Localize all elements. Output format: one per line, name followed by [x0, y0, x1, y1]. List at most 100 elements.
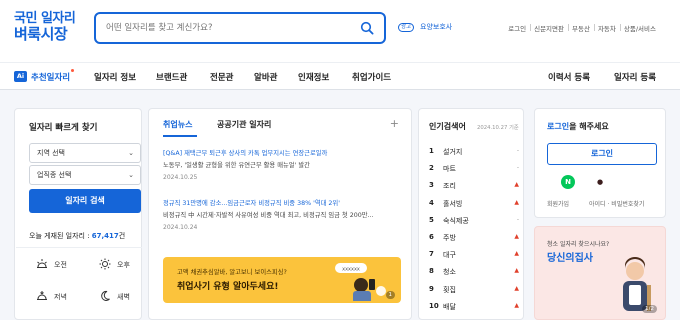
- news-item[interactable]: [Q&A] 재택근무 퇴근후 상사의 카톡 업무지시는 연장근로일까 노동부, …: [163, 149, 403, 181]
- phone-scam-illustration-icon: xxxxxx: [335, 263, 386, 301]
- time-filter-morning[interactable]: 오전: [16, 248, 79, 280]
- top-link-newspaper[interactable]: 신문지면판: [530, 23, 564, 33]
- popular-search-item[interactable]: 10 배달 ▲: [429, 302, 519, 316]
- more-plus-icon[interactable]: +: [390, 117, 399, 130]
- tab-job-news[interactable]: 취업뉴스: [163, 119, 192, 130]
- search-box: [94, 12, 386, 44]
- news-date: 2024.10.24: [163, 224, 198, 231]
- ad-link[interactable]: 요양보호사: [420, 22, 452, 32]
- login-button[interactable]: 로그인: [547, 143, 657, 165]
- job-category-select[interactable]: 업직종 선택 ⌄: [29, 165, 141, 185]
- popular-search-rank: 6: [429, 233, 434, 241]
- news-headline: [Q&A] 재택근무 퇴근후 상사의 카톡 업무지시는 연장근로일까: [163, 150, 328, 157]
- active-tab-indicator: [163, 135, 197, 137]
- scam-warning-banner[interactable]: 고액 채권추심알바, 알고보니 보이스피싱? 취업사기 유형 알아두세요! xx…: [163, 257, 401, 303]
- popular-search-keyword: 주방: [443, 234, 456, 242]
- popular-search-rank: 3: [429, 181, 434, 190]
- trend-up-icon: ▲: [514, 250, 519, 258]
- popular-search-item[interactable]: 7 대구 ▲: [429, 250, 519, 264]
- trend-up-icon: ▲: [514, 267, 519, 275]
- popular-search-title: 인기검색어: [429, 122, 466, 131]
- time-filter-grid: 오전 오후 저녁 새벽: [16, 247, 142, 301]
- time-filter-evening[interactable]: 저녁: [16, 280, 79, 312]
- news-date: 2024.10.25: [163, 174, 198, 181]
- svg-text:xxxxxx: xxxxxx: [342, 267, 360, 273]
- popular-search-rank: 2: [429, 164, 434, 173]
- popular-search-item[interactable]: 4 홀서빙 ▲: [429, 199, 519, 213]
- popular-search-rank: 7: [429, 250, 434, 259]
- trend-up-icon: ▲: [514, 301, 519, 309]
- top-link-products[interactable]: 상품/서비스: [619, 23, 656, 33]
- popular-search-rank: 10: [429, 301, 439, 310]
- time-filter-label: 새벽: [117, 293, 130, 301]
- news-item[interactable]: 정규직 31만명에 감소...임금근로자 비정규직 비중 38% '역대 2위'…: [163, 199, 403, 231]
- region-select[interactable]: 지역 선택 ⌄: [29, 143, 141, 163]
- tab-public-jobs[interactable]: 공공기관 일자리: [217, 119, 271, 130]
- naver-login-icon[interactable]: N: [561, 175, 575, 189]
- search-icon[interactable]: [360, 21, 374, 35]
- top-link-realestate[interactable]: 부동산: [568, 23, 590, 33]
- popular-search-item[interactable]: 1 설거지 -: [429, 147, 519, 161]
- top-link-car[interactable]: 자동차: [593, 23, 616, 33]
- job-category-select-label: 업직종 선택: [37, 171, 72, 179]
- nav-item-guide[interactable]: 취업가이드: [352, 71, 391, 83]
- popular-search-item[interactable]: 9 횟집 ▲: [429, 285, 519, 299]
- ad-badge: 광고: [398, 23, 415, 32]
- popular-search-item[interactable]: 5 숙식제공 -: [429, 216, 519, 230]
- popular-search-item[interactable]: 6 주방 ▲: [429, 233, 519, 247]
- today-count-value: 67,417: [91, 232, 119, 240]
- chevron-down-icon: ⌄: [128, 171, 134, 179]
- promo-page-indicator[interactable]: 1/2: [642, 305, 657, 313]
- popular-search-keyword: 홀서빙: [443, 199, 463, 208]
- popular-search-keyword: 배달: [443, 302, 456, 311]
- popular-search-rank: 1: [429, 147, 434, 155]
- popular-search-keyword: 청소: [443, 268, 456, 277]
- nav-item-talent[interactable]: 인재정보: [298, 71, 329, 83]
- top-links: 로그인 신문지면판 부동산 자동차 상품/서비스: [508, 23, 656, 33]
- news-headline: 정규직 31만명에 감소...임금근로자 비정규직 비중 38% '역대 2위': [163, 200, 340, 207]
- quick-search-panel: 일자리 빠르게 찾기 지역 선택 ⌄ 업직종 선택 ⌄ 일자리 검색 오늘 게재…: [14, 108, 142, 320]
- nav-item-resume[interactable]: 이력서 등록: [548, 71, 590, 83]
- trend-up-icon: ▲: [514, 284, 519, 292]
- chevron-down-icon: ⌄: [128, 149, 134, 157]
- login-prompt: 로그인을 해주세요: [547, 121, 609, 132]
- popular-search-rank: 4: [429, 198, 434, 207]
- kakao-login-icon[interactable]: ●: [593, 175, 607, 189]
- new-dot-icon: [71, 69, 74, 72]
- job-search-button[interactable]: 일자리 검색: [29, 189, 141, 213]
- login-panel: 로그인을 해주세요 로그인 N ● 회원가입 아이디 · 비밀번호찾기: [534, 108, 666, 218]
- apple-login-icon[interactable]: [625, 175, 639, 189]
- site-logo[interactable]: 국민 일자리 벼룩시장: [14, 12, 84, 43]
- time-filter-label: 오후: [117, 261, 130, 269]
- popular-search-item[interactable]: 8 청소 ▲: [429, 267, 519, 281]
- nav-item-post-job[interactable]: 일자리 등록: [614, 71, 656, 83]
- trend-same-icon: -: [516, 147, 519, 154]
- cleaning-jobs-promo[interactable]: 청소 일자리 찾으시나요? 당신의집사 1/2: [534, 226, 666, 320]
- trend-same-icon: -: [516, 164, 519, 172]
- time-filter-afternoon[interactable]: 오후: [79, 248, 142, 280]
- popular-search-panel: 인기검색어 2024.10.27 기준 1 설거지 - 2 마트 - 3 조리 ▲ 4 홀서빙 ▲ 5 숙…: [418, 108, 524, 320]
- main-nav: Ai 추천일자리 일자리 정보 브랜드관 전문관 알바관 인재정보 취업가이드 …: [0, 62, 680, 90]
- nav-item-jobs[interactable]: 일자리 정보: [94, 71, 136, 83]
- popular-search-item[interactable]: 2 마트 -: [429, 164, 519, 178]
- today-count-unit: 건: [118, 232, 126, 240]
- signup-link[interactable]: 회원가입: [547, 201, 569, 208]
- news-summary: 노동부, '일생활 균형을 위한 유연근무 활용 매뉴얼' 발간: [163, 162, 310, 169]
- logo-line-1: 국민 일자리: [14, 11, 76, 26]
- banner-page-indicator[interactable]: 1: [385, 291, 395, 299]
- time-filter-dawn[interactable]: 새벽: [79, 280, 142, 312]
- login-prompt-highlight: 로그인: [547, 122, 570, 131]
- trend-same-icon: -: [516, 215, 519, 223]
- nav-item-brand[interactable]: 브랜드관: [156, 71, 187, 83]
- top-link-login[interactable]: 로그인: [508, 23, 526, 33]
- popular-search-item[interactable]: 3 조리 ▲: [429, 181, 519, 195]
- nav-item-parttime[interactable]: 알바관: [254, 71, 277, 83]
- sun-icon: [99, 258, 111, 270]
- sunset-icon: [37, 291, 47, 300]
- nav-item-expert[interactable]: 전문관: [210, 71, 233, 83]
- find-account-link[interactable]: 아이디 · 비밀번호찾기: [589, 201, 644, 208]
- search-input[interactable]: [106, 21, 346, 35]
- time-filter-label: 저녁: [54, 293, 67, 301]
- nav-item-recommend[interactable]: 추천일자리: [31, 71, 70, 83]
- today-count-label: 오늘 게재된 일자리 :: [29, 232, 92, 240]
